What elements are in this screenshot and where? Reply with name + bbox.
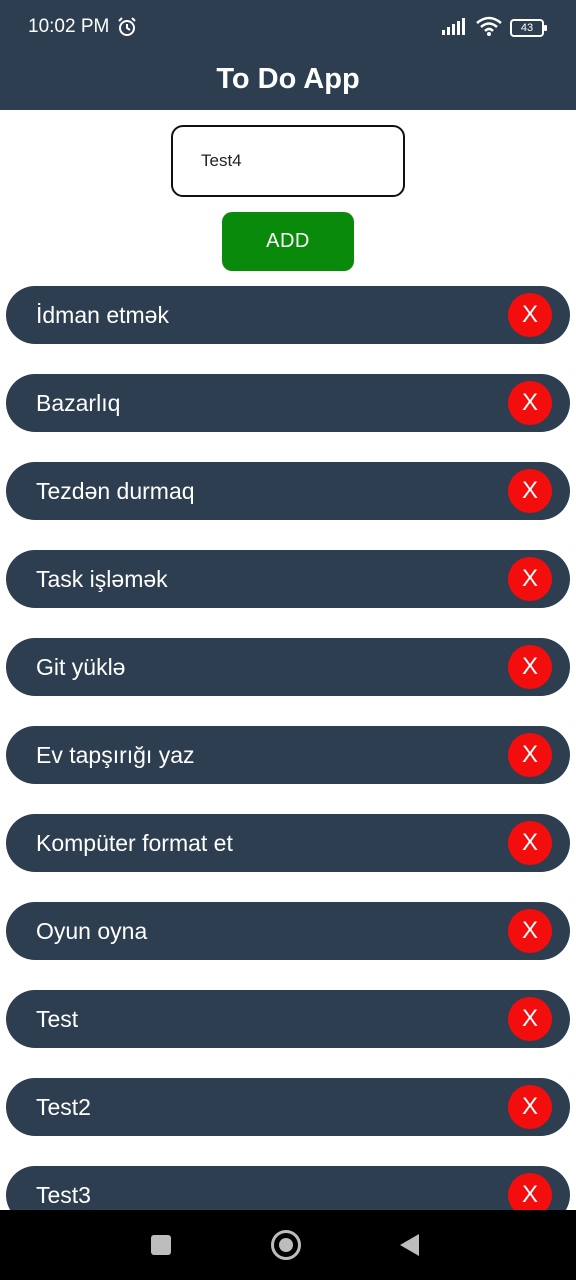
task-label: Git yüklə: [36, 654, 126, 680]
task-input[interactable]: [171, 125, 405, 197]
task-label: Test2: [36, 1094, 91, 1120]
navigation-bar: [0, 1210, 576, 1280]
battery-level: 43: [520, 22, 534, 34]
delete-button[interactable]: X: [508, 909, 552, 953]
delete-button[interactable]: X: [508, 557, 552, 601]
signal-icon: [442, 17, 468, 40]
task-item: Bazarlıq X: [6, 374, 570, 432]
delete-button[interactable]: X: [508, 381, 552, 425]
task-item: Test2 X: [6, 1078, 570, 1136]
task-label: Test: [36, 1006, 79, 1032]
wifi-icon: [476, 16, 502, 41]
status-bar: 10:02 PM 43: [0, 0, 576, 54]
alarm-icon: [116, 16, 138, 38]
delete-button[interactable]: X: [508, 733, 552, 777]
task-item: İdman etmək X: [6, 286, 570, 344]
app-bar: To Do App: [0, 54, 576, 110]
recent-apps-icon[interactable]: [151, 1235, 171, 1255]
delete-button[interactable]: X: [508, 821, 552, 865]
delete-button[interactable]: X: [508, 1085, 552, 1129]
task-label: Tezdən durmaq: [36, 478, 195, 504]
task-item: Ev tapşırığı yaz X: [6, 726, 570, 784]
task-label: Task işləmək: [36, 566, 168, 592]
task-item: Task işləmək X: [6, 550, 570, 608]
add-button[interactable]: ADD: [222, 212, 354, 271]
battery-icon: 43: [510, 19, 547, 37]
task-label: Bazarlıq: [36, 390, 121, 416]
task-label: İdman etmək: [36, 302, 169, 328]
task-item: Kompüter format et X: [6, 814, 570, 872]
page-title: To Do App: [216, 63, 360, 95]
delete-button[interactable]: X: [508, 469, 552, 513]
status-time: 10:02 PM: [28, 16, 110, 37]
task-label: Kompüter format et: [36, 830, 233, 856]
home-icon[interactable]: [271, 1230, 301, 1260]
task-item: Test X: [6, 990, 570, 1048]
task-label: Oyun oyna: [36, 918, 148, 944]
delete-button[interactable]: X: [508, 997, 552, 1041]
back-icon[interactable]: [400, 1234, 419, 1256]
delete-button[interactable]: X: [508, 293, 552, 337]
delete-button[interactable]: X: [508, 645, 552, 689]
task-item: Tezdən durmaq X: [6, 462, 570, 520]
task-label: Ev tapşırığı yaz: [36, 742, 195, 768]
task-item: Git yüklə X: [6, 638, 570, 696]
task-item: Oyun oyna X: [6, 902, 570, 960]
status-icons: 43: [442, 16, 547, 41]
task-list: İdman etmək X Bazarlıq X Tezdən durmaq X…: [6, 286, 570, 1254]
